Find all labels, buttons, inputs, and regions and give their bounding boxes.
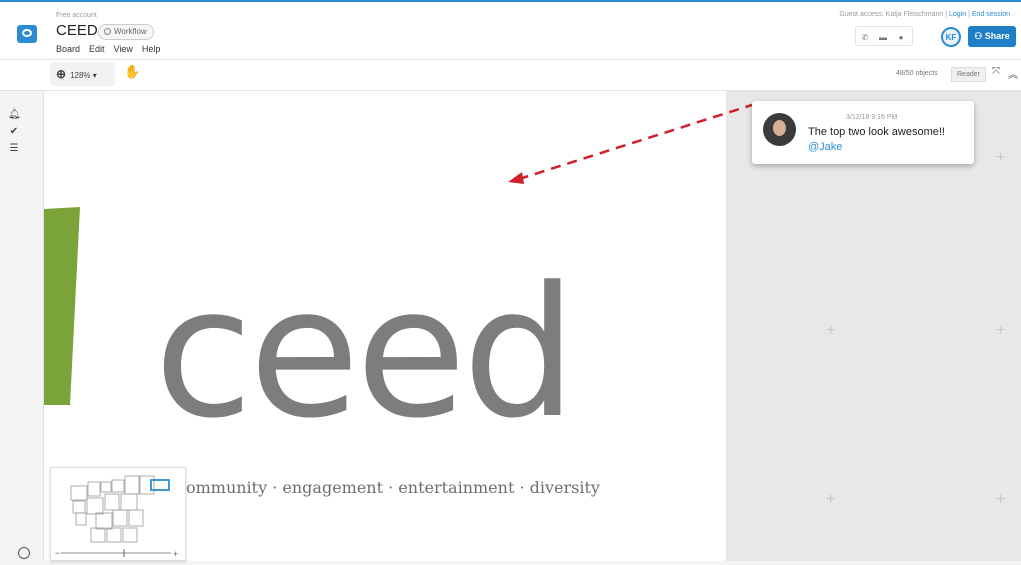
add-icon[interactable]: + <box>826 322 835 340</box>
menu-help[interactable]: Help <box>142 44 161 54</box>
share-button[interactable]: ⚇ Share <box>968 26 1016 47</box>
add-icon[interactable]: + <box>996 322 1005 340</box>
communication-group: ✆ ▬ ● <box>855 26 913 46</box>
svg-text:+: + <box>173 549 178 559</box>
chat-icon[interactable]: ● <box>892 29 910 47</box>
collapse-icon[interactable]: ︽ <box>1008 66 1018 81</box>
top-bar: Free account CEED Workflow Board Edit View… <box>0 0 1021 60</box>
workflow-button[interactable]: Workflow <box>98 24 154 40</box>
zoom-level: 128% <box>70 71 91 80</box>
svg-text:−: − <box>55 548 60 558</box>
notifications-bell-icon[interactable]: 🔔︎ <box>8 109 21 121</box>
share-people-icon: ⚇ <box>974 31 985 41</box>
object-count: 48/50 objects <box>896 70 938 77</box>
comment-mention[interactable]: @Jake <box>808 141 842 153</box>
minimap-view: − + <box>55 475 178 559</box>
annotation-arrow <box>508 102 756 184</box>
logo-tagline: community · engagement · entertainment ·… <box>177 478 600 497</box>
hand-tool-icon[interactable]: ✋ <box>124 64 140 80</box>
add-icon[interactable]: + <box>826 491 835 509</box>
guest-label: Guest access: Katja Fleischmann | <box>839 11 948 18</box>
workflow-label: Workflow <box>114 27 147 36</box>
workflow-icon <box>104 28 111 35</box>
session-info: Guest access: Katja Fleischmann | Login … <box>839 11 1010 18</box>
toolbar <box>0 60 1021 91</box>
minimap[interactable]: − + <box>50 467 186 561</box>
menu-edit[interactable]: Edit <box>89 44 105 54</box>
menu-bar: Board Edit View Help <box>56 44 169 54</box>
comment-card[interactable]: 3/12/18 9:16 PM The top two look awesome… <box>752 101 974 164</box>
phone-icon[interactable]: ✆ <box>856 29 874 47</box>
menu-board[interactable]: Board <box>56 44 80 54</box>
comment-text: The top two look awesome!! <box>808 126 945 138</box>
comment-timestamp: 3/12/18 9:16 PM <box>846 114 898 121</box>
left-sidebar: 🔔︎ ✔ ☰ <box>0 91 44 561</box>
end-session-link[interactable]: End session <box>972 11 1010 18</box>
account-type: Free account <box>56 12 97 19</box>
reader-button[interactable]: Reader <box>951 67 986 82</box>
board-title[interactable]: CEED <box>56 22 98 39</box>
compass-icon[interactable] <box>18 547 30 559</box>
app-logo-icon[interactable] <box>17 25 37 43</box>
user-avatar[interactable]: KF <box>941 27 961 47</box>
zoom-control[interactable]: ⊕ 128% ▾ <box>50 62 115 86</box>
zoom-icon: ⊕ <box>56 67 67 81</box>
menu-view[interactable]: View <box>114 44 133 54</box>
share-label: Share <box>984 31 1010 41</box>
check-circle-icon[interactable]: ✔ <box>8 126 20 138</box>
list-icon[interactable]: ☰ <box>8 143 20 155</box>
ceed-logo-word: ceed <box>154 249 577 458</box>
add-icon[interactable]: + <box>996 491 1005 509</box>
video-icon[interactable]: ▬ <box>874 29 892 47</box>
login-link[interactable]: Login <box>949 11 966 18</box>
fullscreen-icon[interactable]: ⤧ <box>992 66 1000 77</box>
commenter-avatar <box>763 113 796 146</box>
session-separator: | <box>968 11 970 18</box>
add-icon[interactable]: + <box>996 149 1005 167</box>
